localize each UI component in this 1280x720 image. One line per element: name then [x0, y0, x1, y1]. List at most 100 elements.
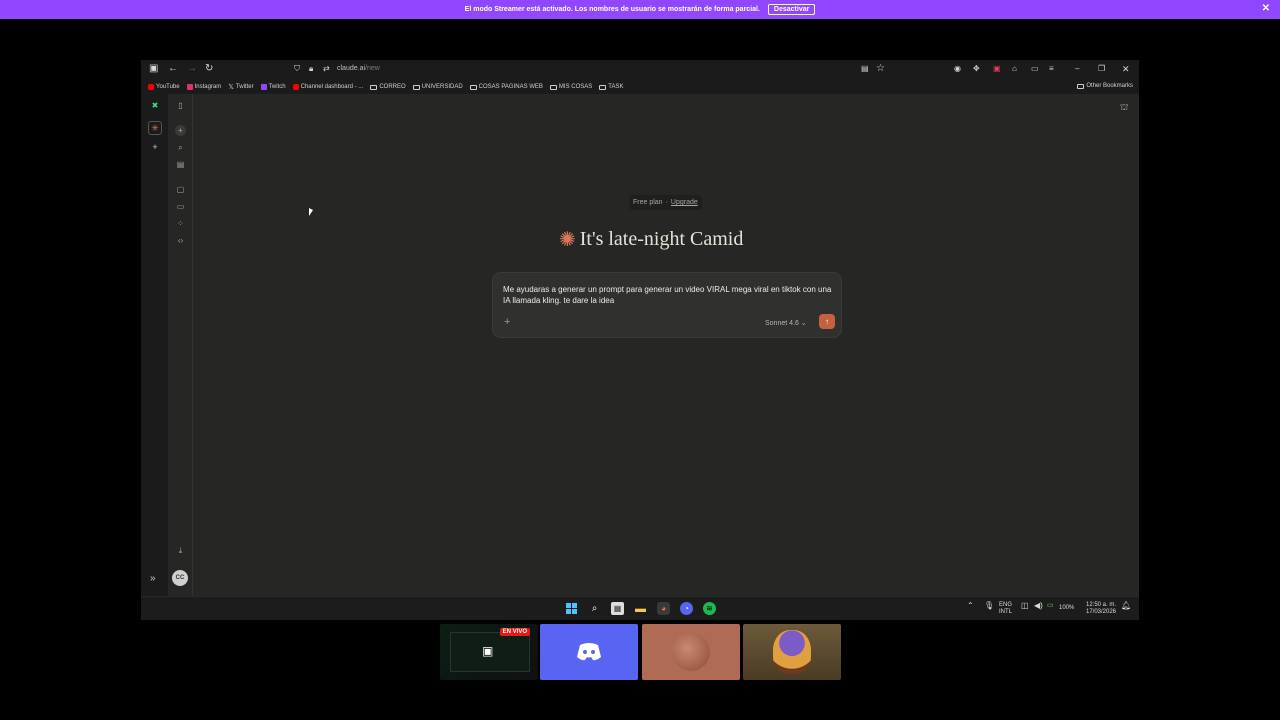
youtube-icon [148, 84, 154, 90]
bookmark-folder-correo[interactable]: CORREO [370, 84, 406, 90]
bookmark-label: Instagram [194, 84, 222, 90]
clock[interactable]: 12:50 a. m. 17/03/2026 [1084, 602, 1118, 616]
folder-label: COSAS PAGINAS WEB [478, 84, 543, 90]
plan-label: Free plan [633, 199, 663, 206]
bookmark-folder-cosas-paginas-web[interactable]: COSAS PAGINAS WEB [469, 84, 543, 90]
bookmarks-bar: YouTube Instagram 𝕏 Twitter Twitch Chann… [141, 80, 1139, 94]
store-icon[interactable]: ▦ [611, 602, 624, 615]
lock-icon[interactable]: 🔒︎ [309, 63, 313, 75]
url-host: claude.ai [337, 65, 366, 72]
bookmark-twitch[interactable]: Twitch [260, 84, 286, 90]
new-tab-icon[interactable]: + [149, 142, 161, 152]
bookmark-instagram[interactable]: Instagram [186, 84, 222, 90]
extensions-icon[interactable]: ✥ [973, 63, 980, 75]
address-bar[interactable]: claude.ai/new [337, 65, 380, 72]
expand-panel-icon[interactable]: » [150, 573, 156, 584]
incognito-icon[interactable]: ⛫ [1120, 102, 1128, 114]
search-icon[interactable]: ⌕ [175, 143, 186, 153]
plan-badge[interactable]: Free plan · Upgrade [629, 195, 702, 210]
bookmark-twitter[interactable]: 𝕏 Twitter [228, 83, 253, 91]
live-badge: EN VIVO [499, 628, 530, 636]
discord-icon [577, 643, 601, 661]
keyboard-layout: INTL [999, 609, 1013, 615]
browser-side-panel: ✖ ✳ + [141, 94, 168, 600]
folder-icon [1077, 83, 1085, 89]
participant-tile-2[interactable] [743, 624, 841, 680]
folder-icon [599, 84, 607, 90]
new-chat-icon[interactable]: + [175, 125, 186, 136]
permissions-icon[interactable]: ⇄ [323, 63, 330, 75]
file-explorer-icon[interactable]: ▬ [634, 602, 647, 615]
library-icon[interactable]: ▭ [175, 202, 186, 211]
discord-tile[interactable] [540, 624, 638, 680]
start-icon[interactable] [565, 602, 578, 615]
spotify-icon[interactable]: ≋ [703, 602, 716, 615]
deactivate-button[interactable]: Desactivar [767, 4, 816, 15]
menu-icon[interactable]: ≡ [1049, 63, 1054, 75]
clock-date: 17/03/2026 [1085, 609, 1117, 615]
bookmark-folder-universidad[interactable]: UNIVERSIDAD [412, 84, 463, 90]
code-icon[interactable]: ‹› [175, 236, 186, 245]
claude-main: ⛫ Free plan · Upgrade ✺ It's late-night … [193, 94, 1139, 600]
twitch-icon [260, 84, 267, 90]
microphone-icon[interactable]: 🎙︎ [984, 602, 994, 610]
folder-icon [412, 84, 420, 90]
notifications-icon[interactable]: 🔔︎ [1121, 602, 1131, 610]
sidebar-toggle-icon[interactable]: ▣ [149, 63, 158, 75]
account-icon[interactable]: ◉ [954, 63, 961, 75]
artifacts-icon[interactable]: ⁘ [175, 219, 186, 228]
battery-percent: 100% [1059, 605, 1075, 611]
discord-app-icon[interactable]: ◔ [680, 602, 693, 615]
model-selector[interactable]: Sonnet 4.6 ⌄ [765, 319, 807, 327]
reader-view-icon[interactable]: ▤ [861, 63, 869, 75]
forward-icon[interactable]: → [187, 63, 197, 75]
extension-badge-icon[interactable]: ▣ [993, 63, 1001, 75]
bookmark-youtube[interactable]: YouTube [148, 84, 180, 90]
browser-icon[interactable]: ◕ [657, 602, 670, 615]
screen-share-tile[interactable]: EN VIVO ▣ [440, 624, 538, 680]
minimize-icon[interactable]: – [1075, 63, 1079, 75]
wifi-icon[interactable]: ◫ [1021, 602, 1029, 610]
other-bookmarks[interactable]: Other Bookmarks [1077, 83, 1133, 89]
claude-tab-icon[interactable]: ✳ [148, 121, 162, 135]
language-indicator[interactable]: ENG INTL [999, 602, 1012, 616]
folder-label: MIS COSAS [558, 84, 593, 90]
send-button[interactable]: ↑ [819, 314, 835, 329]
bookmark-star-icon[interactable]: ☆ [876, 63, 885, 75]
restore-icon[interactable]: ❐ [1098, 63, 1105, 75]
extension-icon[interactable]: ✖ [149, 101, 161, 110]
toggle-sidebar-icon[interactable]: ▯ [175, 101, 186, 110]
clock-time: 12:50 a. m. [1085, 602, 1117, 608]
folder-icon [549, 84, 557, 90]
streamer-mode-banner: El modo Streamer está activado. Los nomb… [0, 0, 1280, 19]
chats-icon[interactable]: ▢ [175, 185, 186, 194]
upgrade-link[interactable]: Upgrade [671, 199, 698, 206]
chevron-up-icon[interactable]: ⌃ [967, 602, 974, 610]
other-bookmarks-label: Other Bookmarks [1086, 83, 1133, 89]
bookmark-folder-mis-cosas[interactable]: MIS COSAS [549, 84, 593, 90]
avatar[interactable]: CC [172, 570, 188, 586]
add-attachment-icon[interactable]: + [504, 316, 510, 328]
bookmark-folder-task[interactable]: TASK [599, 84, 624, 90]
browser-window: ▣ ← → ↻ ⛉ 🔒︎ ⇄ claude.ai/new ▤ ☆ ◉ ✥ ▣ ⌂… [141, 60, 1139, 620]
close-banner-icon[interactable]: ✕ [1262, 3, 1270, 14]
folder-icon [370, 84, 378, 90]
gift-icon[interactable]: ⌂ [1012, 63, 1017, 75]
download-icon[interactable]: ⤓ [175, 546, 186, 556]
x-icon: 𝕏 [228, 84, 234, 91]
shield-icon[interactable]: ⛉ [294, 63, 300, 75]
back-icon[interactable]: ← [168, 63, 178, 75]
bookmark-label: Channel dashboard - ... [300, 84, 364, 90]
search-icon[interactable]: ⌕ [588, 602, 601, 615]
participant-tile[interactable] [642, 624, 740, 680]
projects-icon[interactable]: ▤ [175, 160, 186, 169]
tabs-icon[interactable]: ▭ [1031, 63, 1039, 75]
prompt-composer[interactable]: Me ayudaras a generar un prompt para gen… [492, 272, 842, 338]
reload-icon[interactable]: ↻ [205, 63, 213, 75]
battery-icon[interactable]: ▭ [1047, 602, 1054, 609]
volume-icon[interactable]: ◀) [1034, 602, 1043, 610]
bookmark-channel-dashboard[interactable]: Channel dashboard - ... [292, 84, 364, 90]
close-window-icon[interactable]: ✕ [1122, 63, 1130, 75]
claude-sidebar: ▯ + ⌕ ▤ ▢ ▭ ⁘ ‹› ⤓ CC [168, 94, 193, 600]
prompt-input[interactable]: Me ayudaras a generar un prompt para gen… [503, 284, 833, 306]
